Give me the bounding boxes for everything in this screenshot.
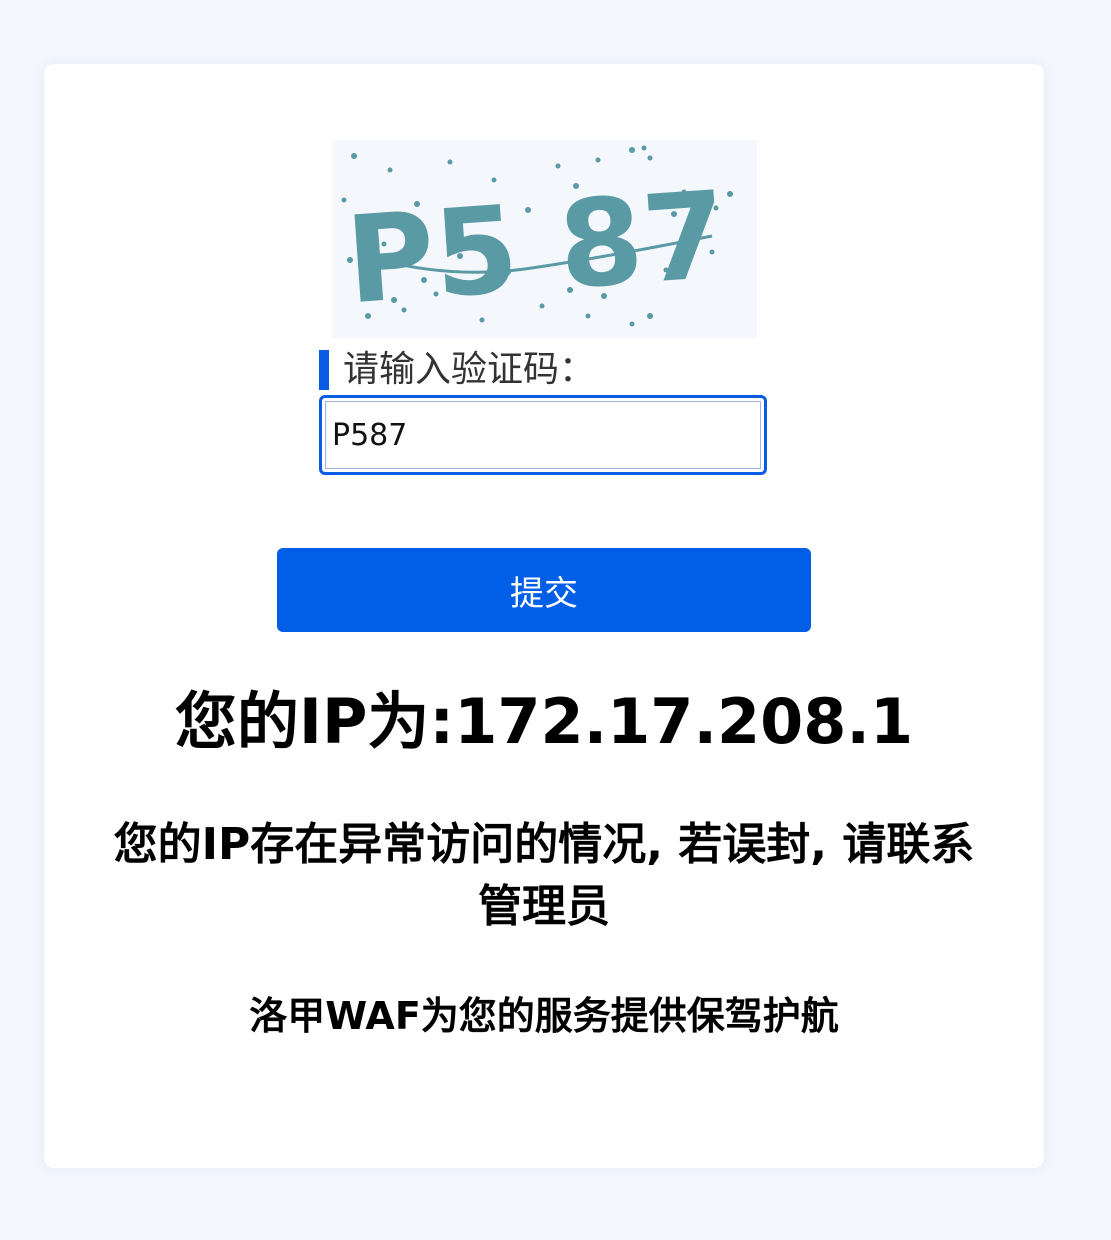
- captcha-characters: P5 87: [342, 166, 731, 331]
- captcha-label: 请输入验证码：: [343, 349, 596, 390]
- captcha-input[interactable]: [319, 395, 767, 475]
- ip-address-heading: 您的IP为:172.17.208.1: [174, 685, 914, 758]
- captcha-graphic: P5 87: [341, 145, 733, 331]
- captcha-image[interactable]: P5 87: [332, 140, 757, 338]
- label-accent-bar: [319, 350, 329, 390]
- waf-footer: 洛甲WAF为您的服务提供保驾护航: [249, 994, 839, 1038]
- submit-button[interactable]: 提交: [277, 548, 811, 632]
- captcha-label-row: 请输入验证码：: [319, 348, 595, 392]
- block-notice: 您的IP存在异常访问的情况, 若误封, 请联系管理员: [113, 819, 975, 932]
